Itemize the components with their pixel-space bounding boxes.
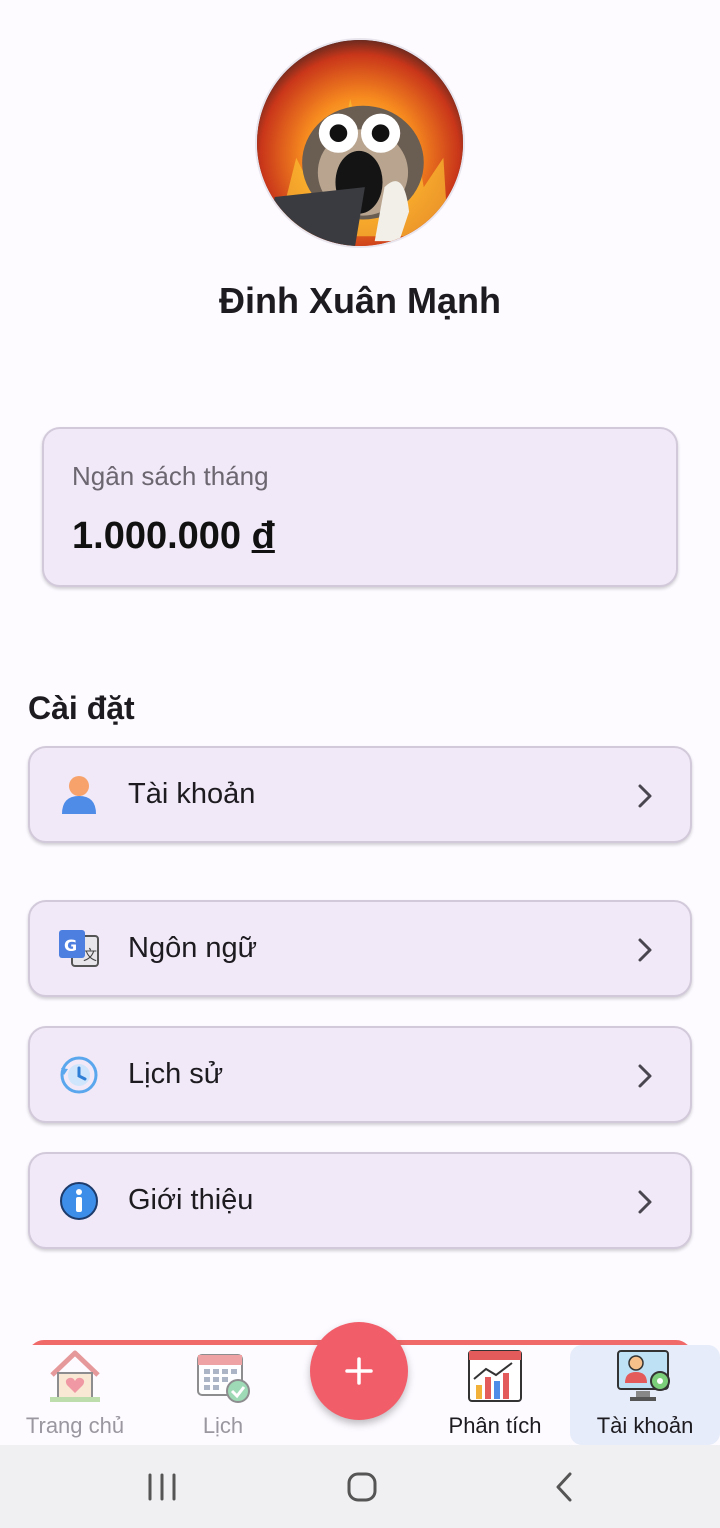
recent-apps-icon — [148, 1473, 176, 1501]
settings-item-label: Giới thiệu — [128, 1184, 254, 1216]
profile-avatar[interactable] — [255, 38, 465, 248]
settings-item-about[interactable]: Giới thiệu — [28, 1152, 692, 1249]
home-circle-icon — [347, 1472, 377, 1502]
settings-item-account[interactable]: Tài khoản — [28, 746, 692, 843]
nav-label: Lịch — [202, 1413, 244, 1438]
budget-value: 1.000.000 đ — [72, 515, 275, 558]
nav-item-account[interactable]: Tài khoản — [570, 1345, 720, 1445]
back-button[interactable] — [544, 1471, 584, 1503]
nav-label: Tài khoản — [596, 1413, 694, 1438]
budget-currency: đ — [251, 515, 275, 557]
settings-item-label: Ngôn ngữ — [128, 932, 258, 964]
nav-item-calendar[interactable]: Lịch — [148, 1345, 298, 1445]
analytics-icon — [466, 1347, 524, 1405]
budget-label: Ngân sách tháng — [72, 461, 269, 491]
plus-icon — [345, 1357, 373, 1385]
home-icon — [46, 1347, 104, 1405]
nav-item-home[interactable]: Trang chủ — [0, 1345, 150, 1445]
budget-amount: 1.000.000 — [72, 515, 242, 557]
chevron-right-icon — [638, 1190, 652, 1214]
recent-apps-button[interactable] — [142, 1471, 182, 1503]
nav-label: Phân tích — [448, 1413, 542, 1438]
user-icon — [58, 774, 100, 816]
chevron-right-icon — [638, 784, 652, 808]
home-system-button[interactable] — [342, 1471, 382, 1503]
svg-text:文: 文 — [83, 948, 97, 964]
settings-title: Cài đặt — [28, 690, 135, 726]
budget-card[interactable]: Ngân sách tháng 1.000.000 đ — [42, 427, 678, 587]
back-arrow-icon — [556, 1472, 572, 1502]
settings-item-label: Lịch sử — [128, 1058, 224, 1090]
add-button[interactable] — [310, 1322, 408, 1420]
chevron-right-icon — [638, 1064, 652, 1088]
info-icon — [58, 1180, 100, 1222]
translate-icon: 文 G — [58, 928, 100, 970]
system-navigation-bar — [0, 1445, 720, 1528]
chevron-right-icon — [638, 938, 652, 962]
settings-item-label: Tài khoản — [128, 778, 256, 810]
calendar-icon — [194, 1347, 252, 1405]
nav-item-analytics[interactable]: Phân tích — [420, 1345, 570, 1445]
settings-item-history[interactable]: Lịch sử — [28, 1026, 692, 1123]
settings-item-language[interactable]: 文 G Ngôn ngữ — [28, 900, 692, 997]
nav-label: Trang chủ — [25, 1413, 125, 1438]
history-icon — [58, 1054, 100, 1096]
account-icon — [616, 1347, 674, 1405]
profile-name: Đinh Xuân Mạnh — [219, 280, 501, 321]
svg-text:G: G — [64, 936, 77, 955]
